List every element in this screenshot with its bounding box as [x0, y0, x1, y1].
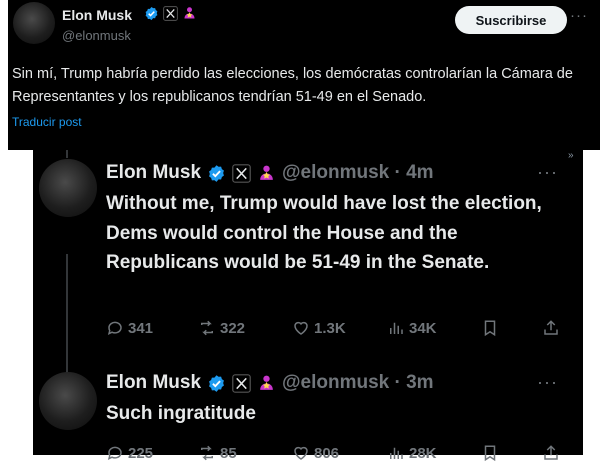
- thread-connector: [66, 150, 68, 158]
- affiliate-icon: [260, 375, 273, 390]
- verified-badge-icon: [145, 6, 158, 21]
- like-button[interactable]: 806: [292, 444, 339, 462]
- like-icon: [294, 446, 308, 460]
- reply-icon: [107, 446, 122, 460]
- bookmark-button[interactable]: [481, 444, 499, 462]
- like-count: 806: [314, 444, 340, 462]
- views-icon: [390, 322, 403, 334]
- repost-button[interactable]: 85: [198, 444, 237, 462]
- views-button[interactable]: 34K: [387, 319, 437, 337]
- author-name[interactable]: Elon Musk: [62, 7, 132, 23]
- tweet-text: Such ingratitude: [106, 403, 256, 424]
- affiliate-icon: [184, 7, 195, 19]
- expand-icon[interactable]: »: [568, 150, 574, 161]
- author-name[interactable]: Elon Musk: [106, 372, 201, 394]
- share-icon: [544, 320, 558, 335]
- avatar[interactable]: [13, 2, 55, 44]
- repost-count: 85: [220, 444, 237, 462]
- verified-badge-icon: [209, 374, 224, 392]
- repost-icon: [201, 320, 213, 336]
- verified-badge-icon: [209, 164, 224, 182]
- views-button[interactable]: 28K: [387, 444, 437, 462]
- repost-button[interactable]: 322: [198, 319, 245, 337]
- tweet-text: Sin mí, Trump habría perdido las eleccio…: [12, 66, 573, 105]
- view-count: 34K: [409, 319, 437, 337]
- affiliate-icon: [260, 165, 273, 180]
- subscribe-button[interactable]: Suscribirse: [455, 6, 567, 34]
- top-tweet-card: Elon Musk @elonmusk Suscribirse ··· Sin …: [8, 0, 600, 150]
- like-icon: [294, 321, 308, 335]
- more-options-icon[interactable]: ···: [537, 162, 558, 183]
- avatar[interactable]: [39, 159, 97, 217]
- share-icon: [544, 445, 558, 460]
- author-handle-time[interactable]: @elonmusk · 4m: [282, 162, 434, 184]
- bookmark-icon: [484, 445, 496, 462]
- view-count: 28K: [409, 444, 437, 462]
- more-options-icon[interactable]: ···: [570, 7, 588, 24]
- x-logo-icon: [232, 163, 251, 183]
- like-button[interactable]: 1.3K: [292, 319, 346, 337]
- reply-icon: [107, 321, 122, 335]
- repost-count: 322: [220, 319, 246, 337]
- tweet-header: Elon Musk @elonmusk · 4m: [106, 162, 434, 184]
- translate-link[interactable]: Traducir post: [12, 115, 82, 129]
- share-button[interactable]: [542, 319, 560, 337]
- tweet-actions: 225 85 806 28K: [106, 444, 566, 466]
- repost-icon: [201, 445, 213, 461]
- bookmark-icon: [484, 320, 496, 337]
- reply-button[interactable]: 225: [106, 444, 153, 462]
- tweet-header: Elon Musk @elonmusk · 3m: [106, 372, 434, 394]
- more-options-icon[interactable]: ···: [537, 372, 558, 393]
- x-logo-icon: [163, 6, 178, 21]
- thread-panel: » Elon Musk @elonmusk · 4m ··· Without m…: [33, 150, 583, 462]
- thread-connector: [66, 254, 68, 374]
- author-badges: [144, 6, 197, 21]
- reply-button[interactable]: 341: [106, 319, 153, 337]
- tweet-actions: 341 322 1.3K 34K: [106, 319, 566, 341]
- like-count: 1.3K: [314, 319, 346, 337]
- avatar[interactable]: [39, 372, 97, 430]
- reply-count: 225: [128, 444, 154, 462]
- author-handle[interactable]: @elonmusk: [62, 28, 131, 43]
- views-icon: [390, 447, 403, 459]
- bookmark-button[interactable]: [481, 319, 499, 337]
- author-handle-time[interactable]: @elonmusk · 3m: [282, 372, 434, 394]
- reply-count: 341: [128, 319, 154, 337]
- x-logo-icon: [232, 373, 251, 393]
- author-name[interactable]: Elon Musk: [106, 162, 201, 184]
- share-button[interactable]: [542, 444, 560, 462]
- tweet-text: Without me, Trump would have lost the el…: [106, 193, 542, 273]
